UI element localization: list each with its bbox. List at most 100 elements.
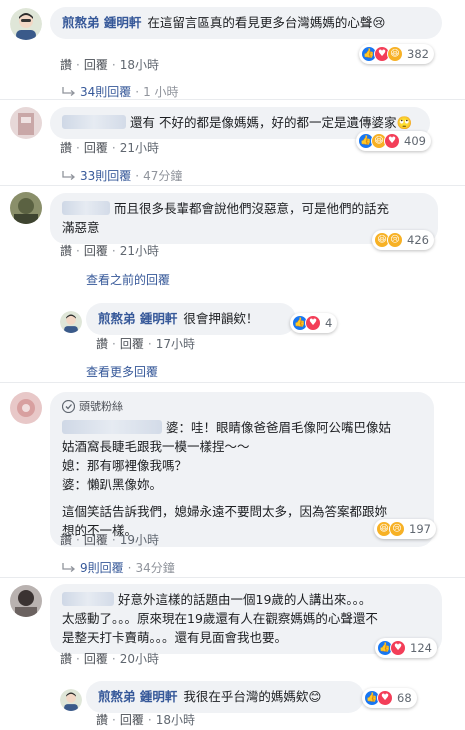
like-button[interactable]: 讚 (96, 713, 108, 727)
reaction-count: 426 (407, 233, 429, 247)
reply-bubble: 煎熬弟 鍾明軒 很會押韻欸！ (86, 303, 296, 335)
reply-button[interactable]: 回覆 (84, 58, 108, 72)
replies-count[interactable]: 34則回覆 (80, 85, 131, 99)
replies-count[interactable]: 33則回覆 (80, 169, 131, 183)
love-icon: ♥ (390, 640, 406, 656)
like-button[interactable]: 讚 (60, 141, 72, 155)
like-button[interactable]: 讚 (60, 244, 72, 258)
commenter-name[interactable]: 煎熬弟 鍾明軒 (98, 689, 177, 704)
divider (0, 99, 465, 100)
divider (0, 577, 465, 578)
comment-actions: 讚 · 回覆 · 19小時 (60, 533, 159, 547)
reaction-summary[interactable]: 👍 ♥ 68 (362, 688, 417, 708)
top-fan-icon (62, 400, 75, 413)
love-icon: ♥ (377, 690, 393, 706)
comment-actions: 讚 · 回覆 · 18小時 (60, 58, 159, 72)
reaction-count: 4 (325, 316, 333, 330)
avatar[interactable] (10, 392, 42, 424)
commenter-name[interactable]: 煎熬弟 鍾明軒 (98, 311, 177, 326)
replies-time: 47分鐘 (143, 169, 183, 183)
comment-text: 婆：懶趴黑像妳。 (62, 477, 163, 492)
avatar[interactable] (60, 311, 82, 333)
blurred-name (62, 201, 110, 215)
comment-actions: 讚 · 回覆 · 18小時 (96, 713, 195, 727)
reaction-summary[interactable]: 👍 😆 ♥ 409 (356, 131, 431, 151)
view-more-replies[interactable]: 查看更多回覆 (86, 363, 158, 380)
reaction-summary[interactable]: 😆 😢 197 (374, 519, 436, 539)
avatar[interactable] (10, 585, 42, 617)
love-icon: ♥ (384, 133, 400, 149)
comment-actions: 讚 · 回覆 · 21小時 (60, 141, 159, 155)
comment-text: 好意外這樣的話題由一個19歲的人講出來。。。 (118, 592, 372, 607)
blurred-name (62, 115, 126, 129)
haha-icon: 😆 (387, 46, 403, 62)
avatar[interactable] (10, 107, 42, 139)
reaction-count: 68 (397, 691, 412, 705)
badge-label: 頭號粉絲 (79, 400, 123, 413)
reaction-count: 197 (409, 522, 431, 536)
comment-text: 姑酒窩長睫毛跟我一模一樣捏～～ (62, 439, 250, 454)
reply-bubble: 煎熬弟 鍾明軒 我很在乎台灣的媽媽欸😊 (86, 681, 364, 713)
reply-arrow-icon (62, 87, 76, 96)
timestamp[interactable]: 18小時 (120, 58, 159, 72)
reply-button[interactable]: 回覆 (84, 652, 108, 666)
comment-text: 媳：那有哪裡像我嗎？ (62, 458, 188, 473)
sad-icon: 😢 (389, 521, 405, 537)
divider (0, 185, 465, 186)
view-replies-link[interactable]: 34則回覆 · 1 小時 (62, 83, 179, 100)
reaction-count: 382 (407, 47, 429, 61)
like-button[interactable]: 讚 (60, 533, 72, 547)
top-fan-badge: 頭號粉絲 (62, 397, 123, 416)
reply-arrow-icon (62, 171, 76, 180)
avatar[interactable] (60, 689, 82, 711)
blurred-name (62, 592, 114, 606)
blurred-name (62, 420, 162, 434)
reply-button[interactable]: 回覆 (84, 244, 108, 258)
timestamp[interactable]: 17小時 (156, 337, 195, 351)
comment-text: 滿惡意 (62, 220, 100, 235)
comment-text: 而且很多長輩都會說他們沒惡意，可是他們的話充 (114, 201, 390, 216)
avatar[interactable] (10, 192, 42, 224)
reply-button[interactable]: 回覆 (84, 533, 108, 547)
view-previous-replies[interactable]: 查看之前的回覆 (86, 271, 170, 288)
reaction-count: 124 (410, 641, 432, 655)
sad-icon: 😢 (387, 232, 403, 248)
comment-actions: 讚 · 回覆 · 17小時 (96, 337, 195, 351)
avatar[interactable] (10, 8, 42, 40)
view-replies-link[interactable]: 33則回覆 · 47分鐘 (62, 167, 182, 184)
comment-text: 太感動了。。。原來現在19歲還有人在觀察媽媽的心聲還不 (62, 611, 378, 626)
timestamp[interactable]: 18小時 (156, 713, 195, 727)
replies-time: 34分鐘 (135, 561, 175, 575)
comment-text: 在這留言區真的看見更多台灣媽媽的心聲😢 (147, 15, 386, 30)
replies-count[interactable]: 9則回覆 (80, 561, 124, 575)
comment-text: 還有 不好的都是像媽媽，好的都一定是遺傳婆家🙄 (130, 115, 413, 130)
reaction-summary[interactable]: 😆 😢 426 (372, 230, 434, 250)
timestamp[interactable]: 21小時 (120, 141, 159, 155)
comment-text: 這個笑話告訴我們，媳婦永遠不要問太多，因為答案都跟妳 (62, 504, 388, 519)
comment-bubble: 煎熬弟 鍾明軒 在這留言區真的看見更多台灣媽媽的心聲😢 (50, 7, 442, 39)
comment-text: 婆：哇！眼睛像爸爸眉毛像阿公嘴巴像姑 (166, 420, 392, 435)
reply-button[interactable]: 回覆 (120, 713, 144, 727)
comment-text: 我很在乎台灣的媽媽欸😊 (183, 689, 322, 704)
love-icon: ♥ (305, 315, 321, 331)
comment-text: 很會押韻欸！ (183, 311, 259, 326)
reply-button[interactable]: 回覆 (120, 337, 144, 351)
like-button[interactable]: 讚 (60, 58, 72, 72)
like-button[interactable]: 讚 (60, 652, 72, 666)
replies-time: 1 小時 (143, 85, 179, 99)
reaction-summary[interactable]: 👍 ♥ 124 (375, 638, 437, 658)
like-button[interactable]: 讚 (96, 337, 108, 351)
timestamp[interactable]: 21小時 (120, 244, 159, 258)
reply-arrow-icon (62, 563, 76, 572)
comment-actions: 讚 · 回覆 · 20小時 (60, 652, 159, 666)
comment-actions: 讚 · 回覆 · 21小時 (60, 244, 159, 258)
reaction-summary[interactable]: 👍 ♥ 4 (290, 313, 338, 333)
reaction-count: 409 (404, 134, 426, 148)
view-replies-link[interactable]: 9則回覆 · 34分鐘 (62, 559, 175, 576)
divider (0, 382, 465, 383)
timestamp[interactable]: 20小時 (120, 652, 159, 666)
timestamp[interactable]: 19小時 (120, 533, 159, 547)
reply-button[interactable]: 回覆 (84, 141, 108, 155)
reaction-summary[interactable]: 👍 ♥ 😆 382 (359, 44, 434, 64)
commenter-name[interactable]: 煎熬弟 鍾明軒 (62, 15, 141, 30)
